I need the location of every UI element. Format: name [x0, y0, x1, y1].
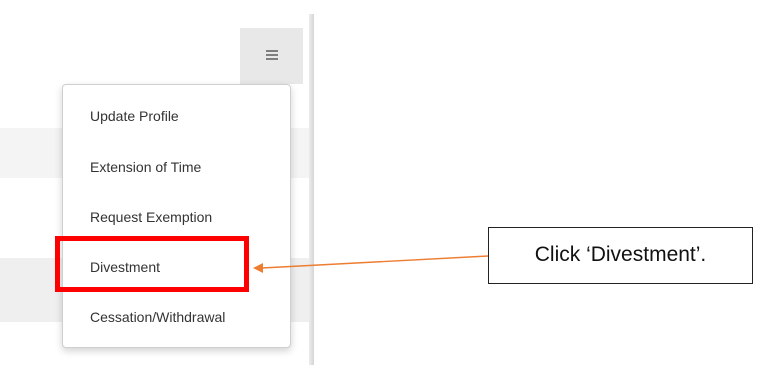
menu-toggle-button[interactable] [240, 28, 303, 84]
app-screenshot: Update Profile Extension of Time Request… [0, 0, 314, 365]
menu-item-cessation-withdrawal[interactable]: Cessation/Withdrawal [63, 297, 290, 337]
menu-item-update-profile[interactable]: Update Profile [63, 96, 290, 136]
panel-edge-divider [309, 14, 314, 365]
menu-item-divestment[interactable]: Divestment [63, 247, 290, 287]
instruction-callout: Click ‘Divestment’. [488, 227, 753, 284]
menu-item-extension-of-time[interactable]: Extension of Time [63, 147, 290, 187]
menu-item-request-exemption[interactable]: Request Exemption [63, 197, 290, 237]
hamburger-icon [266, 50, 278, 60]
actions-dropdown-menu: Update Profile Extension of Time Request… [62, 84, 291, 348]
